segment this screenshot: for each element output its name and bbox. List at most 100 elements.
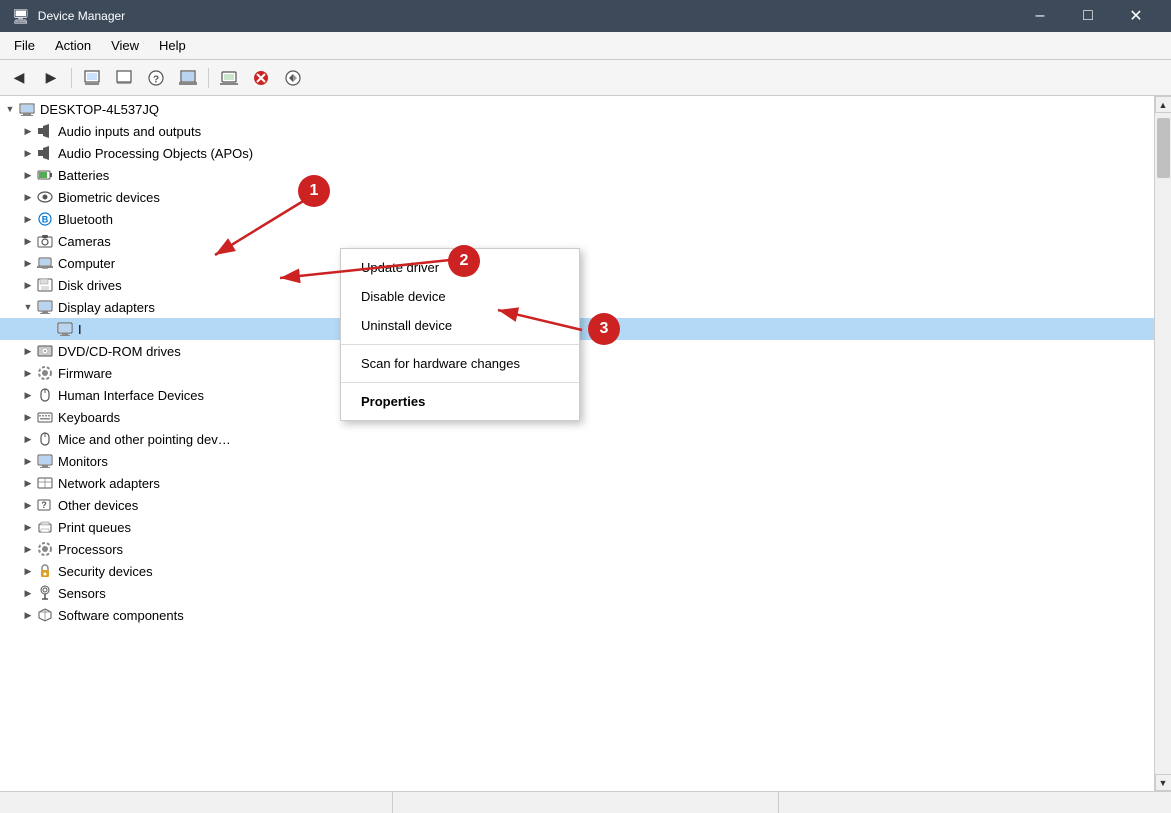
expand-icon-mice[interactable]: ▶ [20,431,36,447]
tree-item-audio-io[interactable]: ▶Audio inputs and outputs [0,120,1154,142]
context-menu: Update driverDisable deviceUninstall dev… [340,248,580,421]
tree-panel[interactable]: ▼ DESKTOP-4L537JQ ▶Audio inputs and outp… [0,96,1154,791]
tree-label-computer: Computer [58,256,115,271]
tree-item-audio-proc[interactable]: ▶Audio Processing Objects (APOs) [0,142,1154,164]
tree-item-software[interactable]: ▶ Software components [0,604,1154,626]
tree-item-other[interactable]: ▶? Other devices [0,494,1154,516]
ctx-divider-after-uninstall-device [341,344,579,345]
tree-icon-firmware [36,364,54,382]
ctx-disable-device[interactable]: Disable device [341,282,579,311]
expand-icon-bluetooth[interactable]: ▶ [20,211,36,227]
tree-label-firmware: Firmware [58,366,112,381]
tree-icon-cameras [36,232,54,250]
remove-device-button[interactable] [246,64,276,92]
tree-label-dvd: DVD/CD-ROM drives [58,344,181,359]
expand-icon-audio-io[interactable]: ▶ [20,123,36,139]
title-bar: 🖥 Device Manager – □ ✕ [0,0,1171,32]
expand-icon-batteries[interactable]: ▶ [20,167,36,183]
tree-label-bluetooth: Bluetooth [58,212,113,227]
expand-icon-firmware[interactable]: ▶ [20,365,36,381]
main-content: ▼ DESKTOP-4L537JQ ▶Audio inputs and outp… [0,96,1171,791]
tree-icon-dvd [36,342,54,360]
expand-icon-keyboards[interactable]: ▶ [20,409,36,425]
toolbar-separator-2 [208,68,209,88]
tree-item-bluetooth[interactable]: ▶BBluetooth [0,208,1154,230]
tree-label-security: Security devices [58,564,153,579]
status-segment-2 [393,792,780,813]
tree-label-network: Network adapters [58,476,160,491]
tree-icon-keyboards [36,408,54,426]
title-bar-text: Device Manager [38,9,1017,23]
tree-label-mice: Mice and other pointing dev… [58,432,231,447]
expand-icon-sensors[interactable]: ▶ [20,585,36,601]
expand-icon-software[interactable]: ▶ [20,607,36,623]
tree-icon-sensors [36,584,54,602]
root-expand-icon[interactable]: ▼ [2,101,18,117]
scrollbar-track[interactable] [1155,113,1171,774]
tree-icon-monitors [36,452,54,470]
tree-item-network[interactable]: ▶ Network adapters [0,472,1154,494]
ctx-update-driver[interactable]: Update driver [341,253,579,282]
scroll-down-arrow[interactable]: ▼ [1155,774,1171,791]
tree-item-batteries[interactable]: ▶Batteries [0,164,1154,186]
expand-icon-processors[interactable]: ▶ [20,541,36,557]
tree-icon-other: ? [36,496,54,514]
expand-icon-computer[interactable]: ▶ [20,255,36,271]
tree-item-biometric[interactable]: ▶Biometric devices [0,186,1154,208]
tree-icon-disk-drives [36,276,54,294]
tree-item-sensors[interactable]: ▶Sensors [0,582,1154,604]
tree-icon-audio-proc [36,144,54,162]
tree-label-cameras: Cameras [58,234,111,249]
menu-help[interactable]: Help [149,34,196,57]
help-button[interactable]: ? [141,64,171,92]
forward-button[interactable]: ▶ [36,64,66,92]
tree-label-processors: Processors [58,542,123,557]
status-segment-1 [6,792,393,813]
update-driver-button[interactable] [173,64,203,92]
menu-action[interactable]: Action [45,34,101,57]
tree-label-software: Software components [58,608,184,623]
scrollbar[interactable]: ▲ ▼ [1154,96,1171,791]
expand-icon-dvd[interactable]: ▶ [20,343,36,359]
expand-icon-cameras[interactable]: ▶ [20,233,36,249]
scan-changes-button[interactable] [214,64,244,92]
expand-icon-network[interactable]: ▶ [20,475,36,491]
properties-button[interactable] [77,64,107,92]
scroll-up-arrow[interactable]: ▲ [1155,96,1171,113]
scrollbar-thumb[interactable] [1157,118,1170,178]
maximize-button[interactable]: □ [1065,0,1111,32]
tree-item-processors[interactable]: ▶ Processors [0,538,1154,560]
expand-icon-audio-proc[interactable]: ▶ [20,145,36,161]
expand-icon-hid[interactable]: ▶ [20,387,36,403]
minimize-button[interactable]: – [1017,0,1063,32]
expand-icon-monitors[interactable]: ▶ [20,453,36,469]
properties-button-2[interactable] [109,64,139,92]
expand-icon-print-queues[interactable]: ▶ [20,519,36,535]
tree-icon-biometric [36,188,54,206]
expand-icon-display-adapters[interactable]: ▼ [20,299,36,315]
expand-icon-biometric[interactable]: ▶ [20,189,36,205]
expand-icon-other[interactable]: ▶ [20,497,36,513]
tree-item-security[interactable]: ▶ Security devices [0,560,1154,582]
tree-root[interactable]: ▼ DESKTOP-4L537JQ [0,98,1154,120]
tree-item-monitors[interactable]: ▶Monitors [0,450,1154,472]
tree-item-print-queues[interactable]: ▶Print queues [0,516,1154,538]
expand-icon-security[interactable]: ▶ [20,563,36,579]
tree-label-other: Other devices [58,498,138,513]
expand-icon-display-child[interactable] [40,321,56,337]
tree-icon-processors [36,540,54,558]
install-legacy-button[interactable] [278,64,308,92]
tree-item-mice[interactable]: ▶ Mice and other pointing dev… [0,428,1154,450]
menu-view[interactable]: View [101,34,149,57]
toolbar: ◀ ▶ ? [0,60,1171,96]
menu-file[interactable]: File [4,34,45,57]
ctx-divider-after-scan-hardware [341,382,579,383]
tree-icon-print-queues [36,518,54,536]
expand-icon-disk-drives[interactable]: ▶ [20,277,36,293]
back-button[interactable]: ◀ [4,64,34,92]
ctx-properties[interactable]: Properties [341,387,579,416]
close-button[interactable]: ✕ [1113,0,1159,32]
tree-icon-security [36,562,54,580]
ctx-scan-hardware[interactable]: Scan for hardware changes [341,349,579,378]
ctx-uninstall-device[interactable]: Uninstall device [341,311,579,340]
